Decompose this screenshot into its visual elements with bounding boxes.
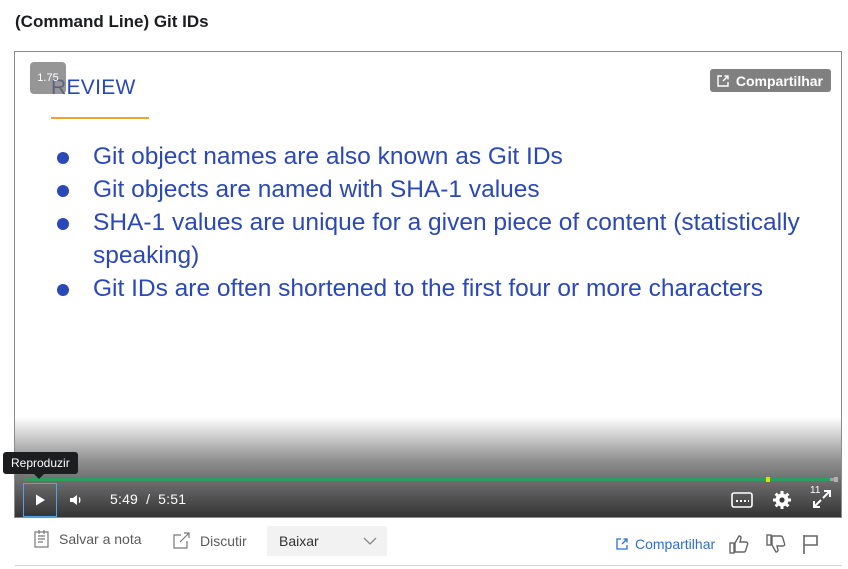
thumbs-down-icon[interactable] [765,533,787,555]
video-player[interactable]: REVIEW Git object names are also known a… [14,51,842,518]
captions-icon[interactable] [731,491,753,509]
time-separator: / [146,491,151,507]
volume-icon [70,495,81,505]
progress-bar[interactable] [25,477,838,482]
share-icon [717,74,729,87]
play-icon [36,494,45,506]
note-icon [34,530,49,548]
bullet-text: Git objects are named with SHA-1 values [93,176,540,203]
tooltip-arrow [34,474,44,479]
bullet-dot [57,218,69,230]
bullet-text: Git object names are also known as Git I… [93,143,563,170]
bullet-list: Git object names are also known as Git I… [55,140,815,305]
save-note-label: Salvar a nota [59,531,142,547]
share-button[interactable]: Compartilhar [615,536,715,552]
discuss-icon [173,532,190,549]
discuss-button[interactable]: Discutir [172,532,247,550]
lecture-actions-bar: Salvar a nota Discutir Baixar Compartilh… [15,522,842,566]
save-note-button[interactable]: Salvar a nota [33,529,142,549]
bullet-dot [57,284,69,296]
discuss-label: Discutir [200,533,247,549]
progress-fill [25,478,831,481]
bullet-text: Git IDs are often shortened to the first… [93,275,763,302]
bullet-item: Git IDs are often shortened to the first… [55,272,815,305]
bullet-dot [57,185,69,197]
download-dropdown[interactable]: Baixar [267,526,387,556]
bullet-text: SHA-1 values are unique for a given piec… [93,209,800,269]
share-button-overlay[interactable]: Compartilhar [709,69,831,92]
current-time: 5:49 [110,491,139,507]
bullet-item: Git object names are also known as Git I… [55,140,815,173]
playback-speed-button[interactable]: 1.75 [30,62,66,94]
settings-gear-icon[interactable] [771,489,793,511]
heading-underline [51,117,149,119]
play-tooltip: Reproduzir [3,452,78,474]
play-button[interactable] [23,483,57,517]
volume-button[interactable] [65,490,87,510]
chevron-down-icon [363,537,377,545]
duration: 5:51 [158,491,187,507]
fullscreen-icon[interactable] [811,488,833,510]
share-label: Compartilhar [635,536,716,552]
download-label: Baixar [279,533,319,549]
share-icon [616,538,628,550]
thumbs-up-icon[interactable] [728,533,750,555]
bookmark-marker[interactable] [766,477,770,482]
bullet-item: SHA-1 values are unique for a given piec… [55,206,815,272]
bullet-item: Git objects are named with SHA-1 values [55,173,815,206]
time-display: 5:49 / 5:51 [110,491,186,507]
share-label: Compartilhar [735,72,823,89]
page-title: (Command Line) Git IDs [15,12,209,31]
bullet-dot [57,152,69,164]
flag-icon[interactable] [800,533,822,555]
progress-end-marker [834,477,838,482]
